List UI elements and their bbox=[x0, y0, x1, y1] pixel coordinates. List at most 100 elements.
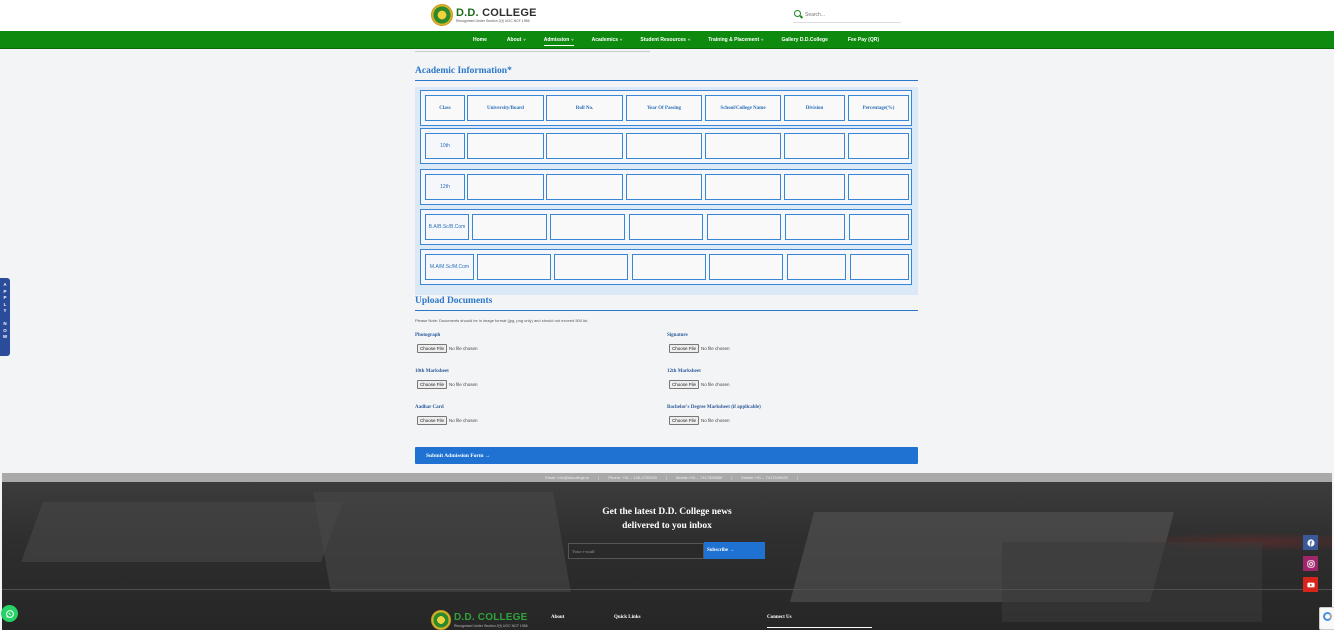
newsletter-title: Get the latest D.D. College news deliver… bbox=[602, 507, 732, 531]
subscribe-button[interactable]: Subscribe → bbox=[704, 542, 765, 559]
submit-admission-button[interactable]: Submit Admission Form → bbox=[415, 447, 918, 464]
input-school[interactable] bbox=[709, 254, 783, 280]
10th-marksheet-label: 10th Marksheet bbox=[415, 369, 449, 374]
signature-label: Signature bbox=[667, 333, 688, 338]
whatsapp-icon[interactable] bbox=[1, 605, 18, 622]
academic-table: Class University/Board Roll No. Year Of … bbox=[415, 87, 918, 295]
file-status: No file chosen bbox=[701, 418, 730, 423]
nav-student-resources[interactable]: Student Resources ˅ bbox=[640, 37, 690, 43]
search-input[interactable] bbox=[805, 9, 895, 20]
footer-about-heading: About bbox=[551, 615, 565, 620]
input-year[interactable] bbox=[626, 174, 702, 200]
file-status: No file chosen bbox=[701, 382, 730, 387]
input-percentage[interactable] bbox=[848, 133, 909, 159]
instagram-icon[interactable] bbox=[1303, 556, 1318, 571]
photograph-upload[interactable]: Choose File No file chosen bbox=[417, 344, 478, 353]
contact-mobile-1[interactable]: Mobile:+91 – 7417555666 bbox=[676, 475, 722, 480]
choose-file-button[interactable]: Choose File bbox=[417, 344, 448, 353]
table-row: M.A/M.Sc/M.Com bbox=[420, 249, 912, 285]
signature-upload[interactable]: Choose File No file chosen bbox=[669, 344, 730, 353]
file-status: No file chosen bbox=[701, 346, 730, 351]
divider bbox=[767, 627, 872, 628]
choose-file-button[interactable]: Choose File bbox=[669, 380, 700, 389]
apply-now-tab[interactable]: A P P L Y N O W bbox=[0, 278, 10, 356]
newsletter-email-input[interactable] bbox=[568, 543, 704, 559]
footer-connect-heading: Connect Us bbox=[767, 615, 792, 620]
input-division[interactable] bbox=[787, 254, 846, 280]
main-nav: Home About ˅ Admission ˅ Academics ˅ Studen… bbox=[0, 31, 1334, 49]
nav-fee-pay[interactable]: Fee Pay (QR) bbox=[848, 37, 881, 43]
header-year: Year Of Passing bbox=[626, 95, 702, 121]
college-logo[interactable]: D.D. COLLEGE Recognised Under Section 2(… bbox=[431, 4, 537, 26]
nav-admission[interactable]: Admission ˅ bbox=[543, 37, 574, 46]
choose-file-button[interactable]: Choose File bbox=[669, 344, 700, 353]
nav-home[interactable]: Home bbox=[473, 37, 489, 43]
facebook-icon[interactable] bbox=[1303, 535, 1318, 550]
input-roll-no[interactable] bbox=[554, 254, 628, 280]
file-status: No file chosen bbox=[449, 418, 478, 423]
aadhar-card-label: Aadhar Card bbox=[415, 405, 444, 410]
table-row: 10th bbox=[420, 128, 912, 164]
contact-mobile-2[interactable]: Mobile:+91 – 7417949929 bbox=[741, 475, 787, 480]
college-seal-icon bbox=[431, 4, 453, 26]
nav-about[interactable]: About ˅ bbox=[507, 37, 526, 43]
contact-email[interactable]: Email: info@ddcollege.in bbox=[545, 475, 589, 480]
file-status: No file chosen bbox=[449, 382, 478, 387]
input-roll-no[interactable] bbox=[546, 174, 623, 200]
input-roll-no[interactable] bbox=[546, 133, 623, 159]
input-school[interactable] bbox=[705, 174, 781, 200]
input-percentage[interactable] bbox=[848, 174, 909, 200]
search-box[interactable] bbox=[793, 8, 901, 23]
input-university[interactable] bbox=[472, 214, 547, 240]
row-label-12th: 12th bbox=[425, 174, 465, 200]
input-division[interactable] bbox=[784, 133, 845, 159]
table-row: B.A/B.Sc/B.Com bbox=[420, 209, 912, 245]
row-label-10th: 10th bbox=[425, 133, 465, 159]
input-school[interactable] bbox=[705, 133, 781, 159]
nav-gallery[interactable]: Gallery D.D.College bbox=[781, 37, 829, 43]
college-seal-icon bbox=[431, 610, 451, 630]
contact-bar: Email: info@ddcollege.in | Phone: +91 – 1… bbox=[2, 473, 1332, 482]
bachelors-marksheet-label: Bachelor's Degree Marksheet (if applicab… bbox=[667, 405, 761, 410]
aadhar-card-upload[interactable]: Choose File No file chosen bbox=[417, 416, 478, 425]
search-icon[interactable] bbox=[794, 10, 801, 17]
input-school[interactable] bbox=[707, 214, 781, 240]
bachelors-marksheet-upload[interactable]: Choose File No file chosen bbox=[669, 416, 730, 425]
nav-academics[interactable]: Academics ˅ bbox=[592, 37, 623, 43]
row-label-bachelors: B.A/B.Sc/B.Com bbox=[425, 214, 469, 240]
input-division[interactable] bbox=[785, 214, 845, 240]
upload-note: Please Note: Documents should be in imag… bbox=[415, 318, 589, 323]
site-header: D.D. COLLEGE Recognised Under Section 2(… bbox=[0, 0, 1334, 31]
choose-file-button[interactable]: Choose File bbox=[417, 380, 448, 389]
choose-file-button[interactable]: Choose File bbox=[417, 416, 448, 425]
input-roll-no[interactable] bbox=[550, 214, 625, 240]
footer-quick-links-heading: Quick Links bbox=[614, 615, 641, 620]
youtube-icon[interactable] bbox=[1303, 577, 1318, 592]
header-university: University/Board bbox=[467, 95, 544, 121]
header-class: Class bbox=[425, 95, 465, 121]
input-university[interactable] bbox=[477, 254, 551, 280]
10th-marksheet-upload[interactable]: Choose File No file chosen bbox=[417, 380, 478, 389]
divider bbox=[415, 310, 918, 311]
input-year[interactable] bbox=[629, 214, 703, 240]
choose-file-button[interactable]: Choose File bbox=[669, 416, 700, 425]
input-percentage[interactable] bbox=[850, 254, 909, 280]
header-percentage: Percentage(%) bbox=[848, 95, 909, 121]
divider bbox=[415, 51, 650, 52]
input-year[interactable] bbox=[632, 254, 706, 280]
input-university[interactable] bbox=[467, 133, 544, 159]
footer-logo-subtitle: Recognised Under Section 2(f) UGC NCF 19… bbox=[454, 623, 528, 628]
12th-marksheet-upload[interactable]: Choose File No file chosen bbox=[669, 380, 730, 389]
input-university[interactable] bbox=[467, 174, 544, 200]
nav-training-placement[interactable]: Training & Placement ˅ bbox=[708, 37, 763, 43]
table-header-row: Class University/Board Roll No. Year Of … bbox=[420, 90, 912, 126]
input-percentage[interactable] bbox=[849, 214, 909, 240]
contact-phone[interactable]: Phone: +91 – 135-2750929 bbox=[608, 475, 657, 480]
header-division: Division bbox=[784, 95, 845, 121]
upload-documents-title: Upload Documents bbox=[415, 296, 493, 306]
header-roll-no: Roll No. bbox=[546, 95, 623, 121]
recaptcha-icon[interactable] bbox=[1319, 607, 1334, 630]
input-division[interactable] bbox=[784, 174, 845, 200]
input-year[interactable] bbox=[626, 133, 702, 159]
footer-logo[interactable]: D.D. COLLEGE Recognised Under Section 2(… bbox=[431, 610, 528, 630]
